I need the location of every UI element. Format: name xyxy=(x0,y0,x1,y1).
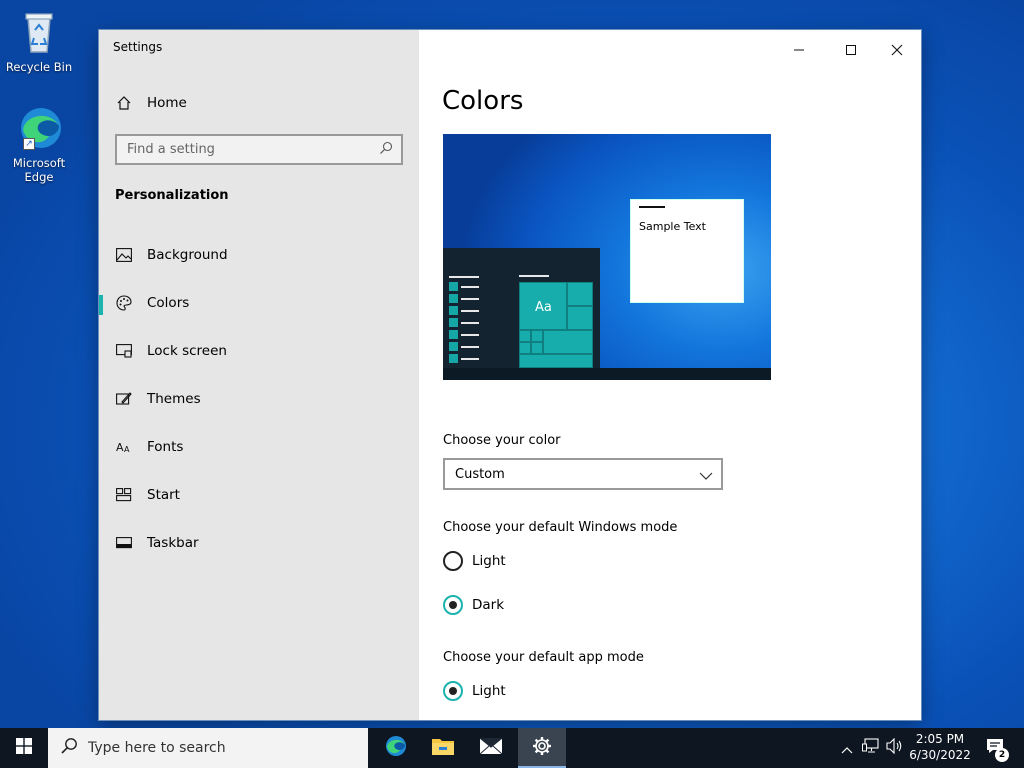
taskbar-settings-button[interactable] xyxy=(518,728,566,768)
palette-icon xyxy=(115,294,133,312)
fonts-icon: AA xyxy=(115,438,133,456)
gear-icon xyxy=(532,736,552,760)
clock-date: 6/30/2022 xyxy=(909,748,971,762)
search-icon xyxy=(379,140,393,159)
windows-mode-dark-option[interactable]: Dark xyxy=(443,595,504,615)
recycle-bin-icon xyxy=(15,8,63,56)
windows-mode-light-option[interactable]: Light xyxy=(443,551,506,571)
sidebar-item-background[interactable]: Background xyxy=(99,237,419,273)
content-pane: Colors Sample Text Aa Choose your color … xyxy=(419,30,921,720)
minimize-button[interactable] xyxy=(782,36,816,64)
mail-icon xyxy=(479,737,503,759)
app-mode-light-option[interactable]: Light xyxy=(443,681,506,701)
home-icon xyxy=(115,94,133,112)
sidebar-item-colors[interactable]: Colors xyxy=(99,285,419,321)
picture-icon xyxy=(115,246,133,264)
sidebar-item-lock-screen[interactable]: Lock screen xyxy=(99,333,419,369)
sidebar-item-start[interactable]: Start xyxy=(99,477,419,513)
taskbar-icon xyxy=(115,534,133,552)
clock-time: 2:05 PM xyxy=(915,732,965,746)
notifications-icon: 2 xyxy=(986,738,1009,762)
find-setting-input[interactable] xyxy=(127,142,367,157)
maximize-button[interactable] xyxy=(834,36,868,64)
radio-button-selected[interactable] xyxy=(443,595,463,615)
start-button[interactable] xyxy=(0,728,48,768)
start-icon xyxy=(115,486,133,504)
search-icon xyxy=(60,737,78,759)
choose-color-dropdown[interactable]: Custom xyxy=(443,458,723,490)
sidebar-item-label: Lock screen xyxy=(147,343,227,359)
sidebar-item-label: Taskbar xyxy=(147,535,199,551)
lock-screen-icon xyxy=(115,342,133,360)
sidebar-item-label: Fonts xyxy=(147,439,184,455)
minimize-icon xyxy=(793,41,805,60)
windows-logo-icon xyxy=(16,738,32,758)
close-button[interactable] xyxy=(880,36,914,64)
network-icon xyxy=(862,738,880,758)
choose-color-label: Choose your color xyxy=(443,433,561,448)
radio-button[interactable] xyxy=(443,551,463,571)
edge-icon: ↗ xyxy=(15,104,63,152)
dropdown-value: Custom xyxy=(455,466,505,482)
taskbar-search-box[interactable] xyxy=(48,728,368,768)
settings-window: Settings Home Personalization Background xyxy=(99,30,921,720)
taskbar-edge-button[interactable] xyxy=(371,728,419,768)
desktop-icon-recycle-bin[interactable]: Recycle Bin xyxy=(4,8,74,74)
chevron-up-icon xyxy=(841,739,853,758)
taskbar-search-input[interactable] xyxy=(88,740,348,756)
find-setting-search[interactable] xyxy=(115,134,403,165)
sidebar-item-label: Colors xyxy=(147,295,190,311)
sidebar-item-taskbar[interactable]: Taskbar xyxy=(99,525,419,561)
preview-tile-label: Aa xyxy=(535,300,552,315)
preview-start-menu: Aa xyxy=(443,248,600,380)
color-preview: Sample Text Aa xyxy=(443,134,771,380)
chevron-down-icon xyxy=(699,465,713,484)
sidebar-item-label: Background xyxy=(147,247,228,263)
desktop-icon-label: Recycle Bin xyxy=(5,60,73,74)
sidebar: Settings Home Personalization Background xyxy=(99,30,419,720)
svg-text:A: A xyxy=(124,445,130,454)
maximize-icon xyxy=(845,41,857,60)
taskbar-clock[interactable]: 2:05 PM 6/30/2022 xyxy=(906,731,974,763)
radio-label: Dark xyxy=(472,597,505,613)
sidebar-item-label: Themes xyxy=(147,391,201,407)
edge-icon xyxy=(383,734,407,762)
taskbar-file-explorer-button[interactable] xyxy=(419,728,467,768)
preview-taskbar xyxy=(443,368,771,380)
themes-icon xyxy=(115,390,133,408)
desktop-icon-microsoft-edge[interactable]: ↗ Microsoft Edge xyxy=(4,104,74,184)
network-button[interactable] xyxy=(860,728,882,768)
notification-count-badge: 2 xyxy=(995,748,1009,762)
folder-icon xyxy=(431,736,455,760)
close-icon xyxy=(891,41,903,60)
radio-label: Light xyxy=(472,553,506,569)
taskbar: 2:05 PM 6/30/2022 2 xyxy=(0,728,1024,768)
taskbar-mail-button[interactable] xyxy=(467,728,515,768)
sidebar-item-label: Start xyxy=(147,487,180,503)
page-title: Colors xyxy=(442,86,524,116)
window-title: Settings xyxy=(113,40,163,54)
svg-text:A: A xyxy=(116,441,124,454)
volume-icon xyxy=(886,737,904,758)
preview-window: Sample Text xyxy=(630,199,744,303)
radio-label: Light xyxy=(472,683,506,699)
sidebar-item-label: Home xyxy=(147,95,187,111)
shortcut-arrow-icon: ↗ xyxy=(23,138,35,150)
app-mode-label: Choose your default app mode xyxy=(443,650,644,665)
windows-mode-label: Choose your default Windows mode xyxy=(443,520,678,535)
radio-button-selected[interactable] xyxy=(443,681,463,701)
desktop-icon-label: Microsoft Edge xyxy=(12,156,66,184)
preview-sample-text: Sample Text xyxy=(639,220,706,233)
sidebar-item-fonts[interactable]: AA Fonts xyxy=(99,429,419,465)
preview-title-bar xyxy=(639,206,665,208)
action-center-button[interactable]: 2 xyxy=(980,728,1010,768)
volume-button[interactable] xyxy=(884,728,906,768)
show-hidden-icons-button[interactable] xyxy=(838,728,856,768)
sidebar-item-themes[interactable]: Themes xyxy=(99,381,419,417)
section-heading: Personalization xyxy=(115,188,229,203)
sidebar-item-home[interactable]: Home xyxy=(99,85,419,121)
